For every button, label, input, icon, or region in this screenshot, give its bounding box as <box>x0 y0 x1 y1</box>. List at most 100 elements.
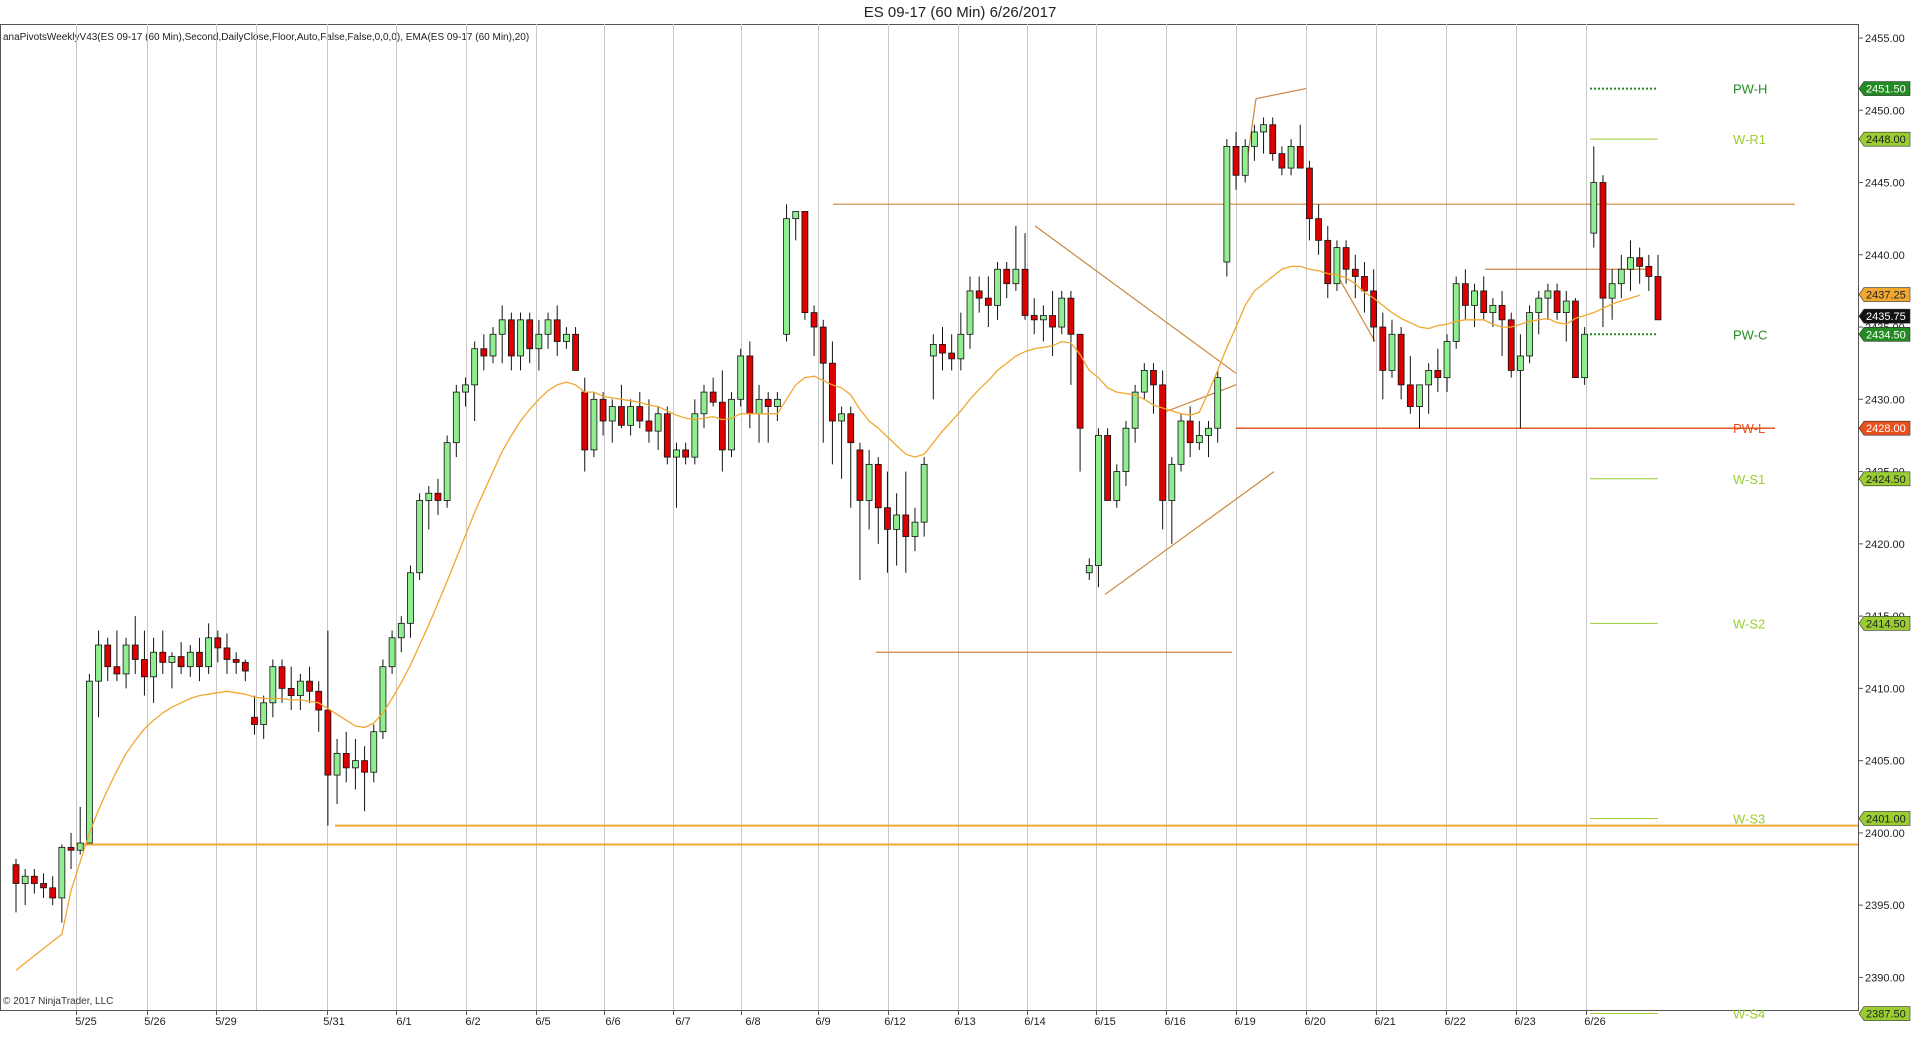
candle-down <box>764 398 772 407</box>
candle-down <box>251 716 258 725</box>
candle-down <box>1021 268 1029 316</box>
trendline <box>1337 276 1376 342</box>
pivot-label-w-s3: W-S3 <box>1733 811 1765 826</box>
candle-up <box>700 391 708 415</box>
candle-up <box>1131 391 1139 429</box>
price-tag-text: 2414.50 <box>1866 618 1906 630</box>
candle-down <box>645 420 653 432</box>
candle-up <box>462 384 469 393</box>
x-tick-label: 6/26 <box>1584 1016 1605 1028</box>
candle-up <box>1443 341 1451 379</box>
candle-down <box>553 319 561 342</box>
candle-down <box>1049 315 1056 328</box>
candle-down <box>232 659 240 663</box>
x-tick-label: 6/7 <box>675 1016 690 1028</box>
candle-up <box>1581 333 1588 379</box>
candle-down <box>856 449 864 501</box>
candle-up <box>21 875 29 884</box>
candle-down <box>196 651 203 668</box>
candle-up <box>929 343 937 357</box>
x-tick-label: 6/6 <box>605 1016 620 1028</box>
candle-down <box>1406 384 1414 407</box>
candle-up <box>416 500 424 574</box>
candle-down <box>581 391 589 451</box>
candle-up <box>728 398 735 451</box>
candle-down <box>361 760 368 773</box>
candle-down <box>884 507 891 530</box>
candle-down <box>1599 182 1607 299</box>
candle-up <box>893 514 901 530</box>
copyright-label: © 2017 NinjaTrader, LLC <box>3 996 114 1007</box>
y-tick-label: 2410.00 <box>1865 683 1905 695</box>
candle-down <box>1342 247 1350 270</box>
candle-up <box>425 492 433 501</box>
x-tick-label: 6/13 <box>954 1016 975 1028</box>
candle-up <box>1544 290 1552 299</box>
x-tick-label: 6/12 <box>884 1016 905 1028</box>
x-tick-label: 6/23 <box>1514 1016 1535 1028</box>
pivot-label-w-r1: W-R1 <box>1733 132 1766 147</box>
candle-up <box>773 398 781 407</box>
price-tag-pw-h: 2451.50 <box>1858 81 1911 96</box>
candle-down <box>939 343 946 354</box>
x-tick-label: 6/16 <box>1164 1016 1185 1028</box>
candle-up <box>452 391 460 444</box>
candle-up <box>498 319 506 335</box>
candle-up <box>792 211 800 220</box>
candle-up <box>966 290 974 335</box>
candle-up <box>122 644 130 675</box>
x-tick-label: 5/31 <box>323 1016 344 1028</box>
candle-up <box>370 731 378 773</box>
candle-up <box>1517 355 1524 371</box>
candle-down <box>223 647 231 660</box>
candle-up <box>544 319 552 335</box>
candle-up <box>865 463 873 501</box>
y-tick-label: 2430.00 <box>1865 394 1905 406</box>
candle-down <box>1150 370 1157 386</box>
candle-down <box>40 883 47 889</box>
candle-up <box>957 333 965 360</box>
candle-up <box>1012 268 1020 285</box>
candle-up <box>1627 257 1634 270</box>
price-tag-w-s2: 2414.50 <box>1858 616 1911 631</box>
candle-down <box>30 875 38 884</box>
candle-down <box>315 690 323 711</box>
candle-down <box>306 680 313 692</box>
candle-up <box>1388 333 1396 371</box>
candle-up <box>1214 377 1222 429</box>
candle-up <box>1140 370 1148 393</box>
candle-down <box>1278 153 1286 169</box>
candle-up <box>1287 145 1295 169</box>
price-tag-pw-l: 2428.00 <box>1858 420 1911 436</box>
y-tick-label: 2405.00 <box>1865 756 1905 768</box>
candle-down <box>1003 268 1011 285</box>
pivot-label-w-s1: W-S1 <box>1733 472 1765 487</box>
candle-up <box>673 449 680 458</box>
candlestick-chart[interactable]: 5/25 5/26 5/29 5/31 6/1 6/2 6/5 6/6 6/7 6/8 6/9 6/1… <box>0 0 1920 1055</box>
candle-down <box>847 413 855 444</box>
candle-up <box>627 406 634 426</box>
candle-up <box>407 572 414 624</box>
x-tick-label: 6/9 <box>815 1016 830 1028</box>
candle-up <box>471 348 479 386</box>
x-tick-label: 6/22 <box>1444 1016 1465 1028</box>
trendline <box>1159 384 1237 415</box>
candle-up <box>379 666 387 733</box>
candle-down <box>507 319 515 357</box>
candle-up <box>186 651 194 668</box>
x-tick-label: 5/26 <box>144 1016 165 1028</box>
candle-down <box>526 319 534 350</box>
pivot-label-w-s4: W-S4 <box>1733 1007 1765 1022</box>
candle-down <box>278 666 286 689</box>
x-tick-label: 6/19 <box>1234 1016 1255 1028</box>
candle-down <box>801 211 809 314</box>
candle-down <box>1553 290 1561 314</box>
x-tick-label: 6/2 <box>465 1016 480 1028</box>
candle-down <box>141 659 148 678</box>
price-tag-w-s1: 2424.50 <box>1858 471 1911 487</box>
candle-down <box>975 290 983 299</box>
candle-down <box>131 644 139 660</box>
candle-down <box>1324 239 1332 285</box>
candle-up <box>1113 471 1121 501</box>
candle-down <box>1461 283 1469 306</box>
